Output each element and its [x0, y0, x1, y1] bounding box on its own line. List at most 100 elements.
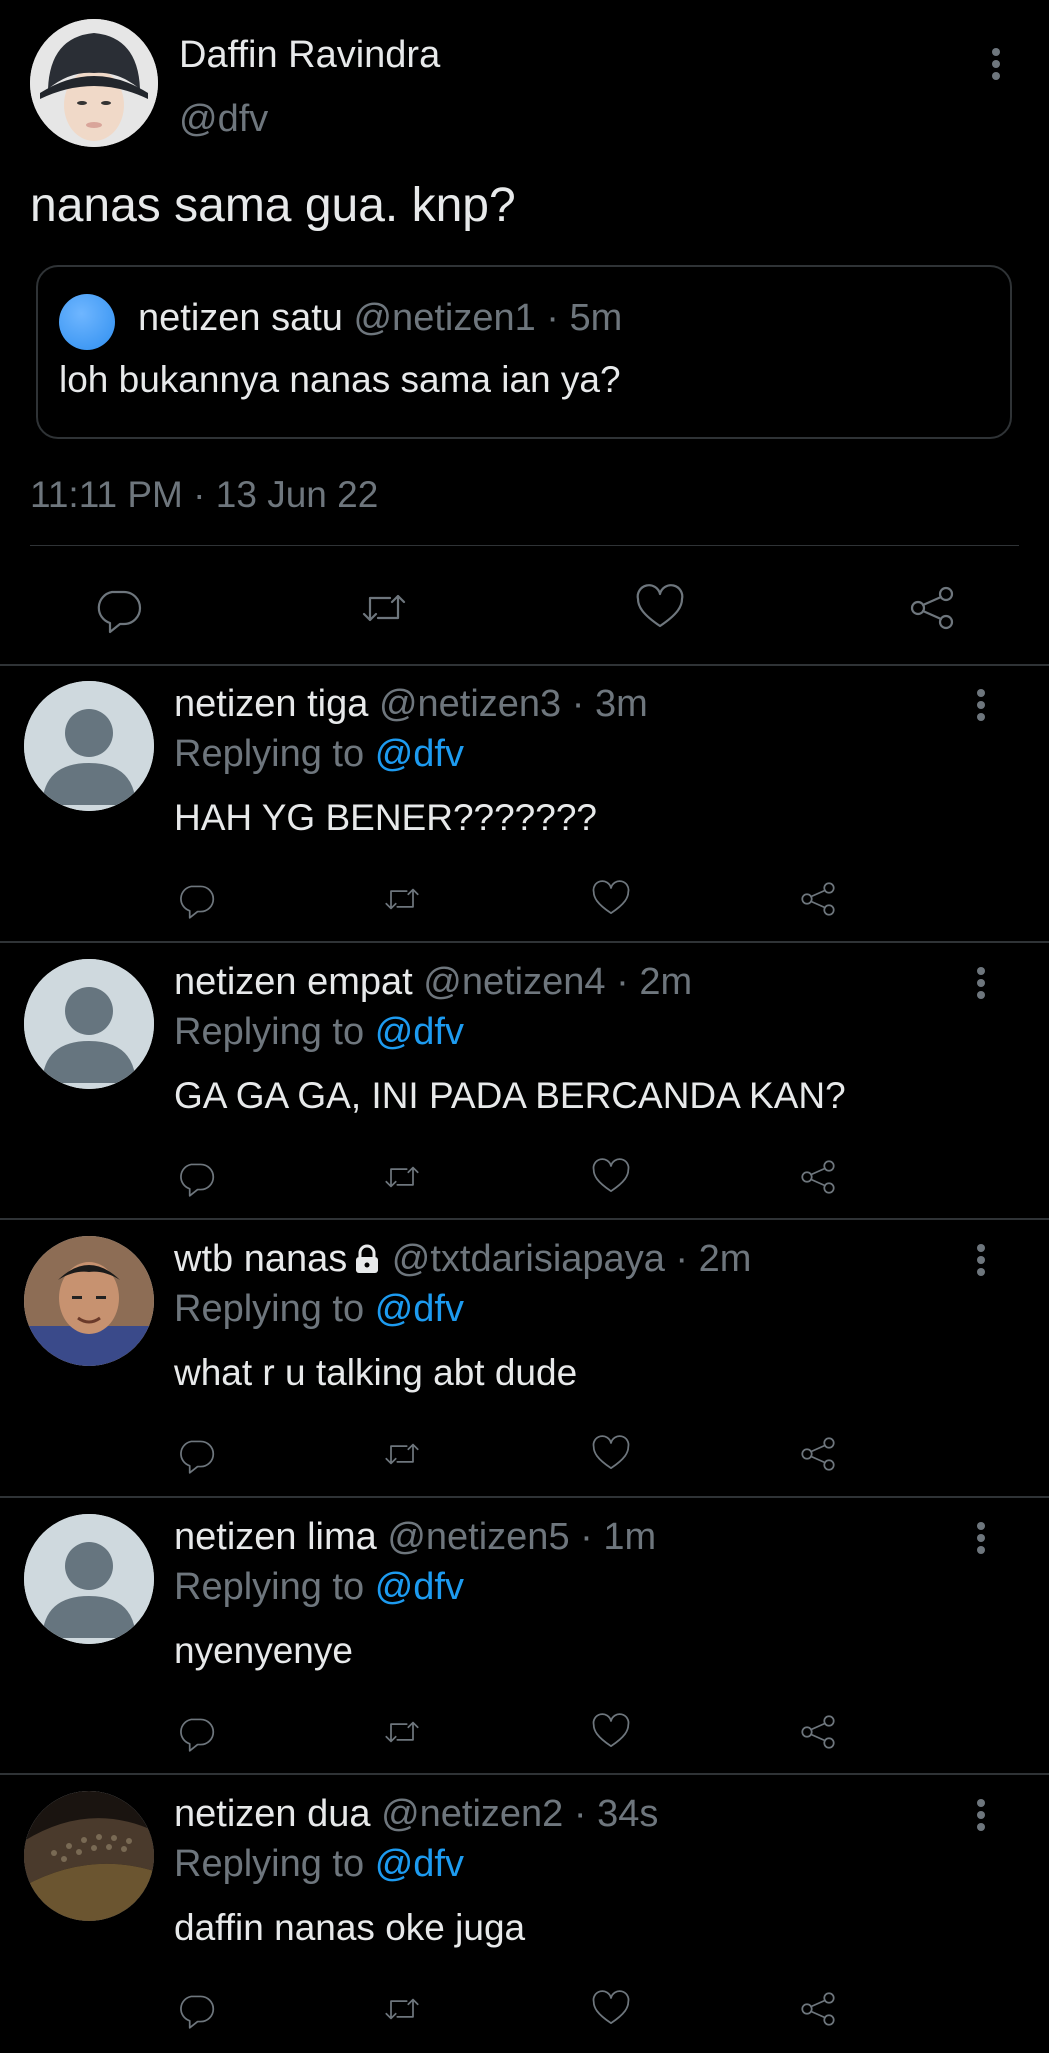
share-icon[interactable] [796, 877, 840, 921]
more-options-icon[interactable] [966, 1795, 996, 1835]
reply-author-name[interactable]: netizen tiga [174, 683, 368, 725]
share-icon[interactable] [904, 580, 960, 636]
like-icon[interactable] [589, 1987, 633, 2031]
replying-to-handle[interactable]: @dfv [375, 1288, 464, 1330]
like-icon[interactable] [589, 1710, 633, 1754]
reply-avatar[interactable] [24, 1513, 154, 1644]
reply-text: what r u talking abt dude [174, 1352, 578, 1393]
reply-icon[interactable] [174, 1432, 218, 1476]
author-avatar[interactable] [30, 19, 158, 147]
quote-author-handle: @netizen1 [353, 297, 536, 339]
tweet-timestamp[interactable]: 11:11 PM · 13 Jun 22 [30, 474, 378, 516]
reply-author-name[interactable]: netizen empat [174, 961, 413, 1003]
reply-author-handle[interactable]: @netizen5 [387, 1516, 569, 1558]
more-options-icon[interactable] [966, 1518, 996, 1558]
reply-author-name[interactable]: netizen lima [174, 1516, 377, 1558]
more-options-icon[interactable] [966, 685, 996, 725]
reply-time: 2m [698, 1238, 752, 1280]
reply-tweet[interactable]: netizen dua @netizen2 · 34s Replying to … [0, 1775, 1049, 2053]
replying-to: Replying to @dfv [174, 1843, 464, 1886]
reply-avatar[interactable] [24, 681, 154, 811]
reply-header: netizen tiga @netizen3 · 3m [174, 683, 648, 726]
replying-to: Replying to @dfv [174, 733, 464, 776]
reply-icon[interactable] [90, 580, 146, 636]
share-icon[interactable] [796, 1710, 840, 1754]
reply-author-name[interactable]: netizen dua [174, 1793, 371, 1835]
author-handle[interactable]: @dfv [179, 98, 268, 141]
reply-avatar[interactable] [24, 1236, 154, 1366]
separator: · [546, 297, 559, 339]
replying-to-label: Replying to [174, 1843, 365, 1885]
like-icon[interactable] [589, 1155, 633, 1199]
replying-to: Replying to @dfv [174, 1566, 464, 1609]
replying-to-handle[interactable]: @dfv [375, 1843, 464, 1885]
reply-text: GA GA GA, INI PADA BERCANDA KAN? [174, 1074, 846, 1116]
reply-tweet[interactable]: netizen lima @netizen5 · 1m Replying to … [0, 1498, 1049, 1776]
quoted-tweet[interactable]: netizen satu @netizen1 · 5m loh bukannya… [36, 265, 1012, 439]
tweet-text: nanas sama gua. knp? [30, 179, 516, 232]
reply-text: nyenyenye [174, 1629, 353, 1671]
replying-to-label: Replying to [174, 733, 365, 775]
quote-header: netizen satu @netizen1 · 5m [138, 297, 622, 340]
author-name[interactable]: Daffin Ravindra [179, 34, 440, 77]
replying-to-label: Replying to [174, 1010, 365, 1053]
separator: · [573, 1793, 587, 1835]
quote-time: 5m [569, 297, 623, 339]
more-options-icon[interactable] [981, 44, 1011, 84]
replying-to-handle[interactable]: @dfv [375, 1011, 464, 1053]
reply-header: netizen dua @netizen2 · 34s [174, 1793, 658, 1836]
quote-text: loh bukannya nanas sama ian ya? [59, 359, 621, 400]
reply-author-handle[interactable]: @netizen2 [381, 1793, 563, 1835]
reply-avatar[interactable] [24, 958, 154, 1089]
replying-to-handle[interactable]: @dfv [375, 1566, 464, 1608]
replying-to-label: Replying to [174, 1565, 365, 1608]
reply-time: 34s [597, 1793, 659, 1835]
reply-author-name[interactable]: wtb nanas [174, 1238, 347, 1280]
reply-tweet[interactable]: netizen empat @netizen4 · 2m Replying to… [0, 943, 1049, 1221]
reply-icon[interactable] [174, 1155, 218, 1199]
separator: · [580, 1515, 593, 1558]
share-icon[interactable] [796, 1432, 840, 1476]
retweet-icon[interactable] [380, 1987, 424, 2031]
retweet-icon[interactable] [380, 1710, 424, 1754]
reply-tweet[interactable]: netizen tiga @netizen3 · 3m Replying to … [0, 665, 1049, 943]
share-icon[interactable] [796, 1987, 840, 2031]
separator: · [571, 683, 585, 725]
replying-to-label: Replying to [174, 1288, 365, 1330]
reply-tweet[interactable]: wtb nanas @txtdarisiapaya · 2m Replying … [0, 1220, 1049, 1498]
reply-author-handle[interactable]: @txtdarisiapaya [392, 1238, 665, 1280]
retweet-icon[interactable] [380, 1155, 424, 1199]
like-icon[interactable] [589, 1432, 633, 1476]
reply-avatar[interactable] [24, 1791, 154, 1921]
more-options-icon[interactable] [966, 963, 996, 1003]
reply-time: 2m [639, 960, 693, 1003]
reply-text: daffin nanas oke juga [174, 1907, 526, 1948]
lock-icon [347, 1238, 381, 1280]
retweet-icon[interactable] [356, 580, 412, 636]
separator: · [675, 1238, 689, 1280]
reply-header: wtb nanas @txtdarisiapaya · 2m [174, 1238, 751, 1281]
like-icon[interactable] [589, 877, 633, 921]
reply-time: 1m [603, 1515, 657, 1558]
quote-author-name: netizen satu [138, 297, 343, 339]
reply-text: HAH YG BENER??????? [174, 797, 597, 838]
reply-header: netizen lima @netizen5 · 1m [174, 1516, 656, 1559]
retweet-icon[interactable] [380, 1432, 424, 1476]
reply-author-handle[interactable]: @netizen4 [423, 961, 605, 1003]
share-icon[interactable] [796, 1155, 840, 1199]
replying-to-handle[interactable]: @dfv [375, 733, 464, 775]
reply-icon[interactable] [174, 877, 218, 921]
like-icon[interactable] [632, 580, 688, 636]
replying-to: Replying to @dfv [174, 1288, 464, 1331]
reply-icon[interactable] [174, 1710, 218, 1754]
quote-avatar [59, 294, 115, 350]
divider [30, 545, 1019, 546]
retweet-icon[interactable] [380, 877, 424, 921]
more-options-icon[interactable] [966, 1240, 996, 1280]
separator: · [616, 960, 629, 1003]
replying-to: Replying to @dfv [174, 1011, 464, 1054]
reply-time: 3m [594, 683, 648, 725]
reply-header: netizen empat @netizen4 · 2m [174, 961, 692, 1004]
reply-author-handle[interactable]: @netizen3 [379, 683, 561, 725]
reply-icon[interactable] [174, 1987, 218, 2031]
